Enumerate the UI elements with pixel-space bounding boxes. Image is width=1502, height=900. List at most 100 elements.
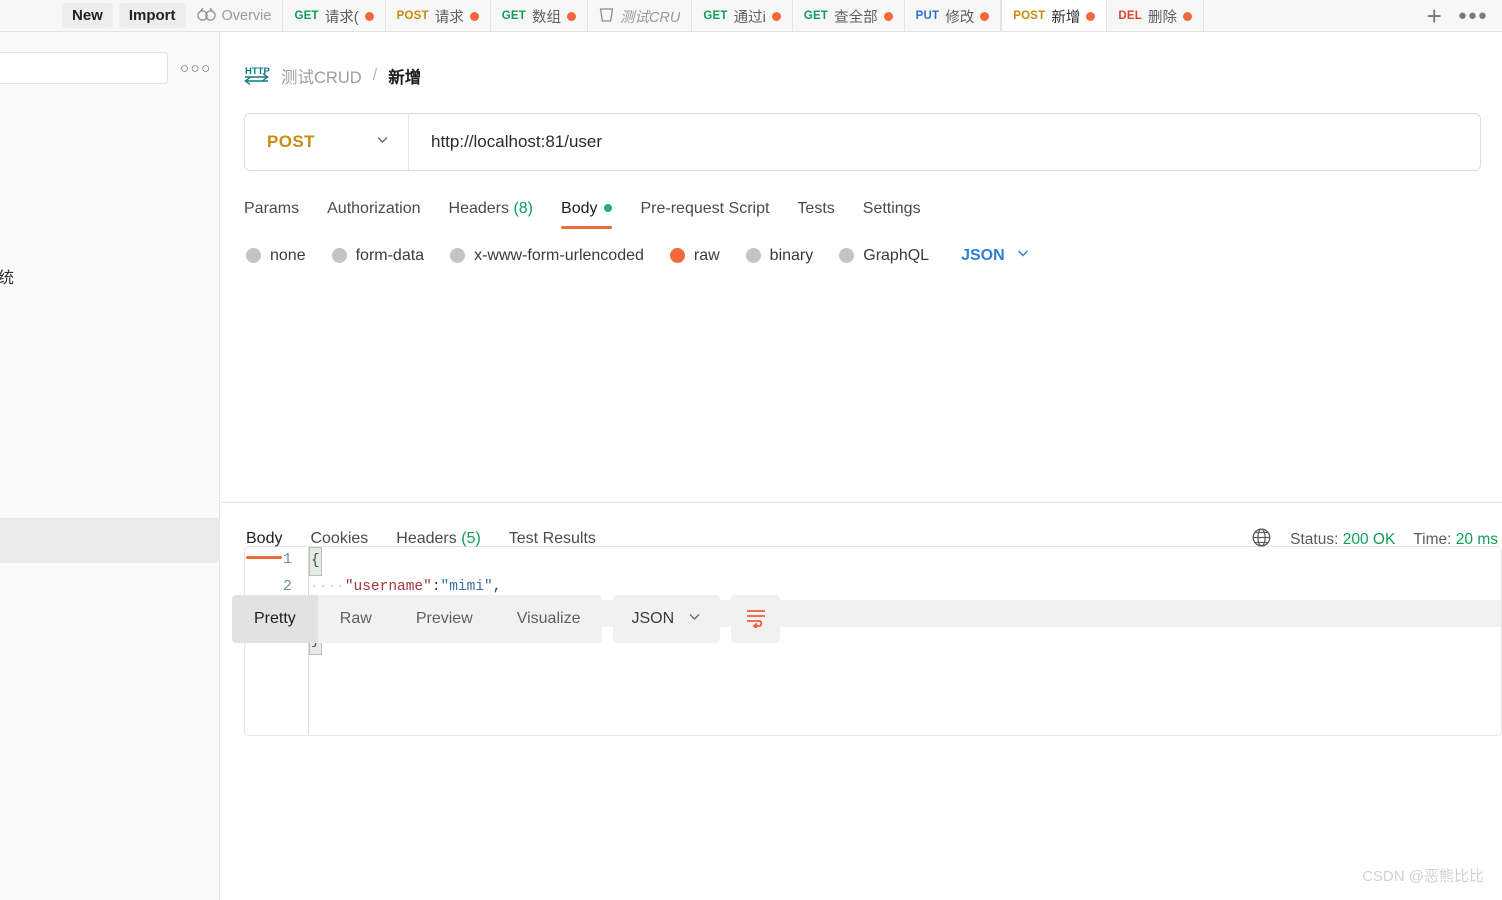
- radio-icon: [450, 248, 466, 263]
- request-tab-label: Tests: [797, 200, 835, 217]
- postman-window: New Import Overvie GET 请求(POST 请求 GET 数组 测试CRU…: [0, 0, 1502, 900]
- body-type-binary[interactable]: binary: [745, 246, 814, 265]
- view-mode-pretty[interactable]: Pretty: [232, 595, 318, 643]
- body-type-label: GraphQL: [863, 246, 930, 264]
- code-indent: ····: [310, 578, 345, 595]
- tab-overview[interactable]: Overvie: [186, 0, 284, 31]
- method-select[interactable]: POST: [245, 114, 409, 170]
- raw-format-label: JSON: [961, 246, 1005, 264]
- sidebar-more-button[interactable]: ○○○: [180, 60, 212, 77]
- request-tab-label: Pre-request Script: [640, 200, 770, 217]
- body-type-none[interactable]: none: [246, 247, 306, 265]
- tab-collection[interactable]: 测试CRU: [588, 0, 693, 31]
- tab-get-request-5[interactable]: GET 通过i: [692, 0, 793, 31]
- breadcrumb-request-name[interactable]: 新增: [388, 64, 421, 88]
- collection-icon: [599, 7, 614, 26]
- tab-get-request-1[interactable]: GET 请求(: [283, 0, 386, 31]
- body-type-raw[interactable]: raw: [669, 246, 720, 265]
- response-format-label: JSON: [631, 610, 675, 627]
- radio-icon: [246, 248, 261, 263]
- response-tab-cookies[interactable]: Cookies: [296, 530, 382, 559]
- request-tab-body[interactable]: Body: [547, 200, 626, 229]
- view-mode-label: Preview: [415, 610, 473, 627]
- unsaved-dot: [364, 11, 374, 21]
- response-tab-body[interactable]: Body: [232, 530, 296, 559]
- request-tab-label: Body: [561, 200, 598, 217]
- open-tabs-strip: Overvie GET 请求( POST 请求 GET 数组 测试CRU GET 通过i GET 查全…: [186, 0, 1413, 31]
- tab-get-request-6[interactable]: GET 查全部: [793, 0, 905, 31]
- tab-post-request-8[interactable]: POST 新增: [1001, 0, 1108, 31]
- body-type-label: form-data: [355, 246, 425, 264]
- tab-label: Overvie: [221, 8, 272, 24]
- url-input[interactable]: http://localhost:81/user: [409, 114, 1480, 170]
- view-mode-raw[interactable]: Raw: [318, 595, 394, 643]
- tab-bar: New Import Overvie GET 请求(POST 请求 GET 数组 测试CRU…: [0, 0, 1502, 32]
- tab-label: 数组: [531, 9, 561, 26]
- tab-put-request-7[interactable]: PUT 修改: [905, 0, 1002, 31]
- status-label: Status:: [1290, 531, 1339, 548]
- tab-label: 新增: [1051, 9, 1081, 26]
- unsaved-dot: [1182, 11, 1192, 21]
- body-type-form-data[interactable]: form-data: [331, 246, 425, 265]
- tab-method: GET: [803, 10, 829, 22]
- body-type-label: binary: [769, 246, 814, 264]
- breadcrumb: HTTP 测试CRUD / 新增: [221, 32, 1502, 91]
- response-format-bar: Pretty Raw Preview Visualize JSON: [232, 595, 781, 643]
- request-tab-pre-request-script[interactable]: Pre-request Script: [626, 200, 783, 229]
- word-wrap-button[interactable]: [731, 595, 781, 643]
- response-tab-headers[interactable]: Headers (5): [382, 530, 495, 559]
- tab-method: POST: [396, 10, 429, 22]
- body-type-graphql[interactable]: GraphQL: [839, 247, 929, 265]
- body-type-x-www-form-urlencoded[interactable]: x-www-form-urlencoded: [450, 247, 644, 265]
- radio-icon: [839, 248, 855, 263]
- tab-del-request-9[interactable]: DEL 删除: [1107, 0, 1204, 31]
- response-divider: [221, 502, 1502, 503]
- view-mode-label: Visualize: [516, 610, 581, 627]
- tabbar-actions: New Import: [0, 0, 186, 31]
- request-tab-params[interactable]: Params: [244, 200, 313, 229]
- tab-get-request-3[interactable]: GET 数组: [491, 0, 588, 31]
- watermark: CSDN @恶熊比比: [1362, 868, 1484, 885]
- tab-label: 删除: [1147, 9, 1177, 26]
- tab-label: 通过i: [733, 9, 766, 26]
- response-tabs: Body Cookies Headers (5) Test Results: [232, 519, 610, 559]
- time-badge: Time: 20 ms: [1413, 531, 1502, 549]
- raw-format-select[interactable]: JSON: [961, 245, 1031, 266]
- new-button[interactable]: New: [62, 3, 113, 28]
- response-tab-label: Headers: [396, 530, 457, 547]
- new-tab-button[interactable]: +: [1427, 3, 1442, 29]
- status-value: 200 OK: [1342, 531, 1396, 548]
- unsaved-dot: [1086, 11, 1096, 21]
- request-tab-headers[interactable]: Headers (8): [435, 200, 548, 229]
- tab-label: 查全部: [834, 9, 878, 26]
- tab-label: 请求(: [324, 9, 359, 26]
- response-tab-label: Body: [246, 530, 283, 547]
- unsaved-dot: [980, 11, 990, 21]
- request-tab-authorization[interactable]: Authorization: [313, 200, 434, 229]
- search-input[interactable]: [0, 52, 168, 84]
- request-tab-settings[interactable]: Settings: [849, 200, 935, 229]
- response-status-bar: Status: 200 OK Time: 20 ms: [1251, 527, 1502, 553]
- breadcrumb-collection[interactable]: 测试CRUD: [281, 64, 362, 88]
- tab-post-request-2[interactable]: POST 请求: [386, 0, 491, 31]
- response-tab-test-results[interactable]: Test Results: [495, 530, 610, 559]
- method-label: POST: [267, 132, 315, 151]
- http-icon: HTTP: [244, 60, 270, 91]
- tab-label: 测试CRU: [619, 9, 681, 26]
- code-key: "username": [344, 578, 432, 595]
- tabbar-more-button[interactable]: ●●●: [1458, 7, 1488, 24]
- globe-icon: [1251, 527, 1272, 553]
- body-present-dot: [604, 204, 613, 212]
- body-type-label: raw: [693, 246, 720, 264]
- tab-method: GET: [703, 10, 728, 22]
- response-format-select[interactable]: JSON: [613, 595, 721, 643]
- response-tab-label: Test Results: [508, 530, 596, 547]
- sidebar-item-selected[interactable]: [0, 518, 220, 563]
- response-tab-label: Cookies: [310, 530, 369, 547]
- view-mode-visualize[interactable]: Visualize: [495, 595, 603, 643]
- view-mode-preview[interactable]: Preview: [394, 595, 495, 643]
- code-colon: :: [431, 578, 441, 595]
- import-button[interactable]: Import: [118, 3, 186, 28]
- request-tab-tests[interactable]: Tests: [783, 200, 848, 229]
- tab-method: GET: [294, 10, 319, 22]
